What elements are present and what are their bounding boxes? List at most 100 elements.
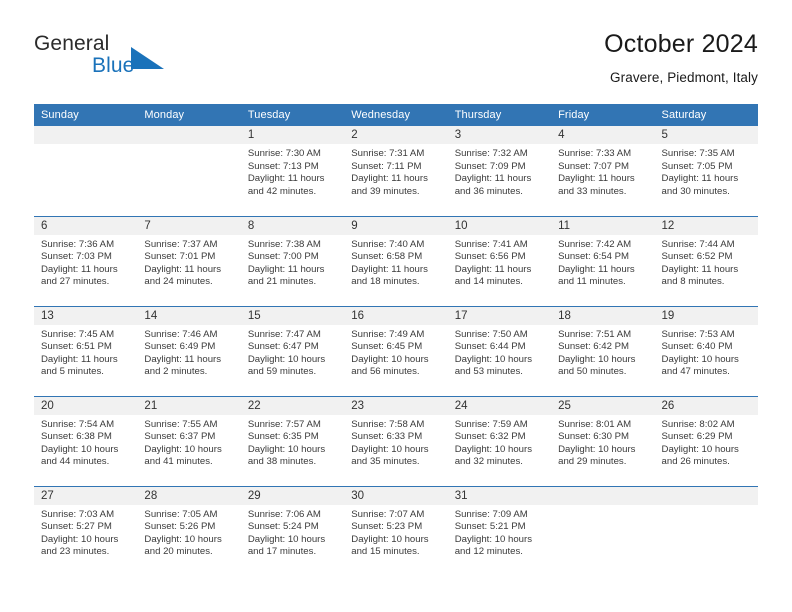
calendar-day-cell[interactable]: 5 Sunrise: 7:35 AM Sunset: 7:05 PM Daylight… [654, 126, 758, 216]
sun-info: Sunrise: 7:09 AM Sunset: 5:21 PM Daylight:… [448, 505, 551, 559]
day-number: 6 [34, 216, 138, 235]
sunrise-text: Sunrise: 7:59 AM [454, 418, 528, 430]
daylight-text-line2: and 29 minutes. [558, 456, 627, 468]
daylight-text-line1: Daylight: 11 hours [41, 353, 118, 365]
calendar-day-cell-empty [654, 485, 758, 576]
calendar-day-cell[interactable]: 31 Sunrise: 7:09 AM Sunset: 5:21 PM Dayligh… [447, 485, 552, 576]
calendar-day-cell[interactable]: 10 Sunrise: 7:41 AM Sunset: 6:56 PM Dayligh… [447, 215, 552, 306]
day-number: 14 [137, 306, 241, 325]
daylight-text-line2: and 20 minutes. [144, 546, 213, 558]
sunset-text: Sunset: 6:33 PM [351, 431, 423, 443]
daylight-text-line2: and 2 minutes. [144, 366, 208, 378]
day-number: 11 [551, 216, 655, 235]
daylight-text-line2: and 18 minutes. [351, 276, 420, 288]
sun-info: Sunrise: 7:06 AM Sunset: 5:24 PM Daylight:… [241, 505, 344, 559]
sun-info: Sunrise: 7:32 AM Sunset: 7:09 PM Daylight:… [448, 144, 551, 198]
calendar-day-cell[interactable]: 8 Sunrise: 7:38 AM Sunset: 7:00 PM Daylight… [240, 215, 345, 306]
calendar-day-cell[interactable]: 16 Sunrise: 7:49 AM Sunset: 6:45 PM Dayligh… [344, 305, 448, 396]
calendar-day-cell[interactable]: 24 Sunrise: 7:59 AM Sunset: 6:32 PM Dayligh… [447, 395, 552, 486]
calendar-day-cell[interactable]: 2 Sunrise: 7:31 AM Sunset: 7:11 PM Daylight… [344, 126, 448, 216]
sun-info: Sunrise: 7:38 AM Sunset: 7:00 PM Daylight:… [241, 235, 344, 289]
sunrise-text: Sunrise: 7:03 AM [41, 508, 115, 520]
location-subtitle: Gravere, Piedmont, Italy [610, 70, 758, 85]
calendar-day-cell[interactable]: 1 Sunrise: 7:30 AM Sunset: 7:13 PM Daylight… [240, 126, 345, 216]
sunrise-text: Sunrise: 7:45 AM [41, 328, 115, 340]
calendar-day-cell[interactable]: 25 Sunrise: 8:01 AM Sunset: 6:30 PM Dayligh… [551, 395, 655, 486]
sunset-text: Sunset: 6:35 PM [247, 431, 319, 443]
sun-info: Sunrise: 8:02 AM Sunset: 6:29 PM Daylight:… [655, 415, 758, 469]
calendar-day-cell[interactable]: 30 Sunrise: 7:07 AM Sunset: 5:23 PM Dayligh… [344, 485, 448, 576]
calendar-week-row: 6 Sunrise: 7:36 AM Sunset: 7:03 PM Daylight… [34, 215, 758, 306]
calendar-day-cell[interactable]: 21 Sunrise: 7:55 AM Sunset: 6:37 PM Dayligh… [137, 395, 241, 486]
calendar-day-cell[interactable]: 18 Sunrise: 7:51 AM Sunset: 6:42 PM Dayligh… [551, 305, 655, 396]
sun-info: Sunrise: 7:37 AM Sunset: 7:01 PM Daylight:… [137, 235, 240, 289]
sun-info: Sunrise: 7:44 AM Sunset: 6:52 PM Daylight:… [655, 235, 758, 289]
weekday-header-tuesday: Tuesday [240, 104, 345, 126]
sun-info: Sunrise: 7:51 AM Sunset: 6:42 PM Daylight:… [551, 325, 654, 379]
day-number: 12 [654, 216, 758, 235]
day-number: 3 [447, 126, 552, 144]
sun-info: Sunrise: 7:46 AM Sunset: 6:49 PM Daylight:… [137, 325, 240, 379]
sunrise-text: Sunrise: 7:32 AM [454, 148, 528, 159]
daylight-text-line1: Daylight: 10 hours [144, 443, 222, 455]
daylight-text-line2: and 41 minutes. [144, 456, 213, 468]
day-number: 19 [654, 306, 758, 325]
sunset-text: Sunset: 6:47 PM [247, 341, 319, 353]
calendar-day-cell[interactable]: 26 Sunrise: 8:02 AM Sunset: 6:29 PM Dayligh… [654, 395, 758, 486]
calendar-day-cell[interactable]: 23 Sunrise: 7:58 AM Sunset: 6:33 PM Dayligh… [344, 395, 448, 486]
daylight-text-line2: and 5 minutes. [41, 366, 104, 378]
sunset-text: Sunset: 6:40 PM [661, 341, 733, 353]
sun-info: Sunrise: 7:35 AM Sunset: 7:05 PM Daylight:… [655, 144, 758, 198]
calendar-header-row: Sunday Monday Tuesday Wednesday Thursday… [34, 104, 758, 126]
calendar-day-cell[interactable]: 3 Sunrise: 7:32 AM Sunset: 7:09 PM Daylight… [447, 126, 552, 216]
sunset-text: Sunset: 5:24 PM [247, 521, 319, 533]
weekday-header-thursday: Thursday [447, 104, 552, 126]
daylight-text-line1: Daylight: 11 hours [351, 173, 428, 185]
calendar-day-cell[interactable]: 17 Sunrise: 7:50 AM Sunset: 6:44 PM Dayligh… [447, 305, 552, 396]
sunrise-text: Sunrise: 7:41 AM [454, 238, 528, 250]
calendar-day-cell[interactable]: 14 Sunrise: 7:46 AM Sunset: 6:49 PM Dayligh… [137, 305, 241, 396]
daylight-text-line1: Daylight: 11 hours [454, 173, 532, 185]
calendar-day-cell[interactable]: 22 Sunrise: 7:57 AM Sunset: 6:35 PM Dayligh… [240, 395, 345, 486]
calendar-day-cell[interactable]: 28 Sunrise: 7:05 AM Sunset: 5:26 PM Dayligh… [137, 485, 241, 576]
sunrise-text: Sunrise: 7:35 AM [661, 148, 735, 159]
day-number: 21 [137, 396, 241, 415]
daylight-text-line2: and 24 minutes. [144, 276, 213, 288]
sun-info: Sunrise: 7:07 AM Sunset: 5:23 PM Daylight:… [344, 505, 447, 559]
daylight-text-line2: and 17 minutes. [247, 546, 317, 558]
calendar-week-row: 1 Sunrise: 7:30 AM Sunset: 7:13 PM Daylight… [34, 126, 758, 216]
day-number: 2 [344, 126, 448, 144]
calendar-day-cell[interactable]: 20 Sunrise: 7:54 AM Sunset: 6:38 PM Dayligh… [34, 395, 138, 486]
sunset-text: Sunset: 5:26 PM [144, 521, 216, 533]
day-number: 13 [34, 306, 138, 325]
sunrise-text: Sunrise: 7:42 AM [558, 238, 632, 250]
day-number: 10 [447, 216, 552, 235]
calendar-day-cell[interactable]: 4 Sunrise: 7:33 AM Sunset: 7:07 PM Daylight… [551, 126, 655, 216]
sun-info: Sunrise: 7:33 AM Sunset: 7:07 PM Daylight:… [551, 144, 654, 198]
daylight-text-line2: and 33 minutes. [558, 185, 627, 197]
day-number: 15 [240, 306, 345, 325]
daylight-text-line1: Daylight: 11 hours [558, 263, 635, 275]
calendar-day-cell[interactable]: 19 Sunrise: 7:53 AM Sunset: 6:40 PM Dayligh… [654, 305, 758, 396]
sunset-text: Sunset: 6:56 PM [454, 251, 526, 263]
daylight-text-line1: Daylight: 11 hours [144, 263, 222, 275]
calendar-day-cell[interactable]: 6 Sunrise: 7:36 AM Sunset: 7:03 PM Daylight… [34, 215, 138, 306]
calendar-day-cell[interactable]: 27 Sunrise: 7:03 AM Sunset: 5:27 PM Dayligh… [34, 485, 138, 576]
calendar-day-cell[interactable]: 11 Sunrise: 7:42 AM Sunset: 6:54 PM Dayligh… [551, 215, 655, 306]
calendar-day-cell[interactable]: 7 Sunrise: 7:37 AM Sunset: 7:01 PM Daylight… [137, 215, 241, 306]
calendar-day-cell[interactable]: 13 Sunrise: 7:45 AM Sunset: 6:51 PM Dayligh… [34, 305, 138, 396]
calendar-day-cell[interactable]: 29 Sunrise: 7:06 AM Sunset: 5:24 PM Dayligh… [240, 485, 345, 576]
daylight-text-line2: and 11 minutes. [558, 276, 626, 288]
day-number: 5 [654, 126, 758, 144]
sun-info: Sunrise: 7:03 AM Sunset: 5:27 PM Daylight:… [34, 505, 137, 559]
general-blue-logo[interactable]: General Blue [34, 32, 234, 90]
calendar-week-row: 13 Sunrise: 7:45 AM Sunset: 6:51 PM Dayligh… [34, 305, 758, 396]
sunrise-text: Sunrise: 7:06 AM [247, 508, 321, 520]
sunset-text: Sunset: 6:38 PM [41, 431, 112, 443]
calendar-day-cell[interactable]: 15 Sunrise: 7:47 AM Sunset: 6:47 PM Dayligh… [240, 305, 345, 396]
page-header: General Blue October 2024 Gravere, Piedm… [34, 28, 758, 96]
calendar-day-cell[interactable]: 9 Sunrise: 7:40 AM Sunset: 6:58 PM Daylight… [344, 215, 448, 306]
day-number: 28 [137, 486, 241, 505]
sunset-text: Sunset: 6:52 PM [661, 251, 733, 263]
calendar-day-cell[interactable]: 12 Sunrise: 7:44 AM Sunset: 6:52 PM Dayligh… [654, 215, 758, 306]
